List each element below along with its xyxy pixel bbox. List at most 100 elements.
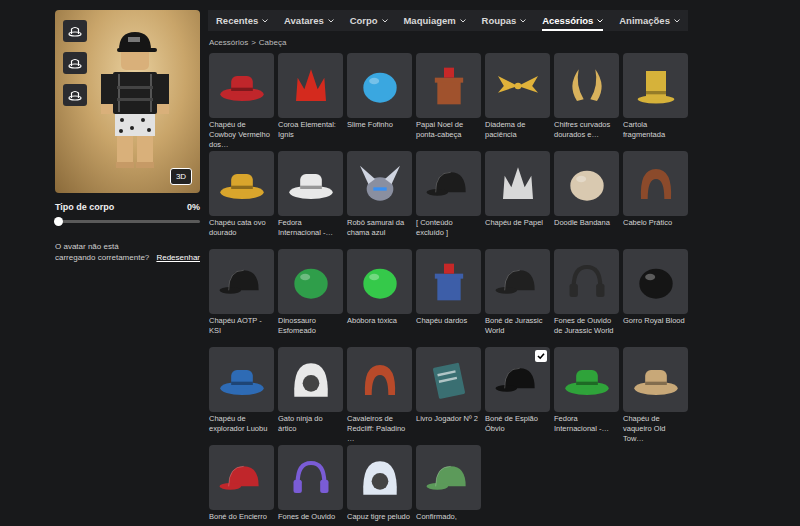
item-thumbnail — [278, 53, 343, 118]
item-thumbnail — [416, 53, 481, 118]
body-type-label: Tipo de corpo — [55, 202, 114, 212]
item-thumbnail — [416, 445, 481, 510]
item-card[interactable]: Confirmado, — [416, 445, 481, 526]
category-tab[interactable]: Corpo — [350, 10, 388, 31]
tophat-icon — [631, 61, 681, 111]
category-tab[interactable]: Roupas — [482, 10, 527, 31]
item-thumbnail — [209, 249, 274, 314]
item-thumbnail — [278, 347, 343, 412]
item-card[interactable]: Boné de Espião Óbvio — [485, 347, 550, 444]
item-card[interactable]: Dinossauro Esfomeado — [278, 249, 343, 346]
item-grid: Chapéu de Cowboy Vermelho dos…Coroa Elem… — [209, 53, 688, 526]
item-name: Confirmado, — [416, 512, 481, 526]
item-thumbnail — [623, 53, 688, 118]
item-card[interactable]: Cartola fragmentada — [623, 53, 688, 150]
breadcrumb-item[interactable]: Acessórios — [209, 38, 248, 47]
item-card[interactable]: Papai Noel de ponta-cabeça — [416, 53, 481, 150]
cap-icon — [493, 257, 543, 307]
item-card[interactable]: Chapéu de vaqueiro Old Tow… — [623, 347, 688, 444]
tool-button[interactable] — [63, 52, 87, 74]
slider-knob[interactable] — [54, 217, 63, 226]
box-icon — [424, 257, 474, 307]
item-card[interactable]: Chapéu de explorador Luobu — [209, 347, 274, 444]
item-card[interactable]: Chapéu de Papel — [485, 151, 550, 248]
hat-icon — [68, 57, 82, 69]
item-card[interactable]: Fones de Ouvido — [278, 445, 343, 526]
item-card[interactable]: Diadema de paciência — [485, 53, 550, 150]
category-tab[interactable]: Acessórios — [542, 10, 603, 31]
hood-icon — [286, 355, 336, 405]
item-card[interactable]: Chapéu cata ovo dourado — [209, 151, 274, 248]
hat-icon — [631, 355, 681, 405]
item-name: Boné do Encierro — [209, 512, 274, 526]
crown-icon — [286, 61, 336, 111]
item-name: Coroa Elemental: Ignis — [278, 120, 343, 150]
item-card[interactable]: Capuz tigre peludo — [347, 445, 412, 526]
item-card[interactable]: Gorro Royal Blood — [623, 249, 688, 346]
category-tab[interactable]: Avatares — [284, 10, 334, 31]
item-thumbnail — [554, 53, 619, 118]
item-name: Robô samurai da chama azul — [347, 218, 412, 248]
item-name: Fones de Ouvido de Jurassic World — [554, 316, 619, 346]
item-card[interactable]: Boné de Jurassic World — [485, 249, 550, 346]
box-icon — [424, 61, 474, 111]
hair-icon — [355, 355, 405, 405]
category-tab[interactable]: Maquiagem — [403, 10, 465, 31]
item-name: Chifres curvados dourados e… — [554, 120, 619, 150]
cap-icon — [493, 355, 543, 405]
item-name: Capuz tigre peludo — [347, 512, 412, 526]
hat-icon — [68, 89, 82, 101]
item-card[interactable]: Cavaleiros de Redcliff: Paladino … — [347, 347, 412, 444]
hat-icon — [217, 159, 267, 209]
breadcrumb-item[interactable]: Cabeça — [259, 38, 287, 47]
item-name: Abóbora tóxica — [347, 316, 412, 346]
item-thumbnail — [278, 445, 343, 510]
item-name: [ Conteúdo excluído ] — [416, 218, 481, 248]
3d-button[interactable]: 3D — [170, 168, 192, 185]
item-card[interactable]: Boné do Encierro — [209, 445, 274, 526]
hat-icon — [286, 159, 336, 209]
item-card[interactable]: Chapéu de Cowboy Vermelho dos… — [209, 53, 274, 150]
item-card[interactable]: Livro Jogador Nº 2 — [416, 347, 481, 444]
hat-icon — [562, 355, 612, 405]
item-card[interactable]: Robô samurai da chama azul — [347, 151, 412, 248]
selected-check-icon — [535, 350, 547, 362]
item-thumbnail — [623, 151, 688, 216]
tool-button[interactable] — [63, 84, 87, 106]
item-card[interactable]: Cabelo Prático — [623, 151, 688, 248]
item-card[interactable]: Chapéu dardos — [416, 249, 481, 346]
crown-icon — [493, 159, 543, 209]
hat-icon — [217, 61, 267, 111]
item-name: Diadema de paciência — [485, 120, 550, 150]
category-tab[interactable]: Animações — [619, 10, 680, 31]
item-card[interactable]: Fones de Ouvido de Jurassic World — [554, 249, 619, 346]
item-card[interactable]: Slime Fofinho — [347, 53, 412, 150]
breadcrumb: Acessórios>Cabeça — [209, 38, 688, 47]
item-thumbnail — [209, 347, 274, 412]
item-card[interactable]: Chifres curvados dourados e… — [554, 53, 619, 150]
item-thumbnail — [485, 347, 550, 412]
body-type-reading: 0% — [187, 202, 200, 212]
headphones-icon — [286, 453, 336, 503]
item-card[interactable]: Doodle Bandana — [554, 151, 619, 248]
item-card[interactable]: Coroa Elemental: Ignis — [278, 53, 343, 150]
item-card[interactable]: Fedora Internacional -… — [278, 151, 343, 248]
blob-icon — [355, 257, 405, 307]
body-type-slider[interactable] — [55, 220, 200, 223]
item-name: Livro Jogador Nº 2 — [416, 414, 481, 444]
tool-button[interactable] — [63, 20, 87, 42]
item-card[interactable]: Chapéu AOTP - KSI — [209, 249, 274, 346]
category-tab[interactable]: Recentes — [216, 10, 268, 31]
item-card[interactable]: Gato ninja do ártico — [278, 347, 343, 444]
redraw-link[interactable]: Redesenhar — [156, 252, 200, 263]
item-thumbnail — [485, 53, 550, 118]
item-name: Slime Fofinho — [347, 120, 412, 150]
item-thumbnail — [209, 151, 274, 216]
item-card[interactable]: [ Conteúdo excluído ] — [416, 151, 481, 248]
item-name: Fones de Ouvido — [278, 512, 343, 526]
avatar-preview[interactable]: 3D — [55, 10, 200, 193]
item-card[interactable]: Abóbora tóxica — [347, 249, 412, 346]
item-card[interactable]: Fedora Internacional -… — [554, 347, 619, 444]
chevron-down-icon — [382, 19, 388, 23]
item-thumbnail — [554, 347, 619, 412]
